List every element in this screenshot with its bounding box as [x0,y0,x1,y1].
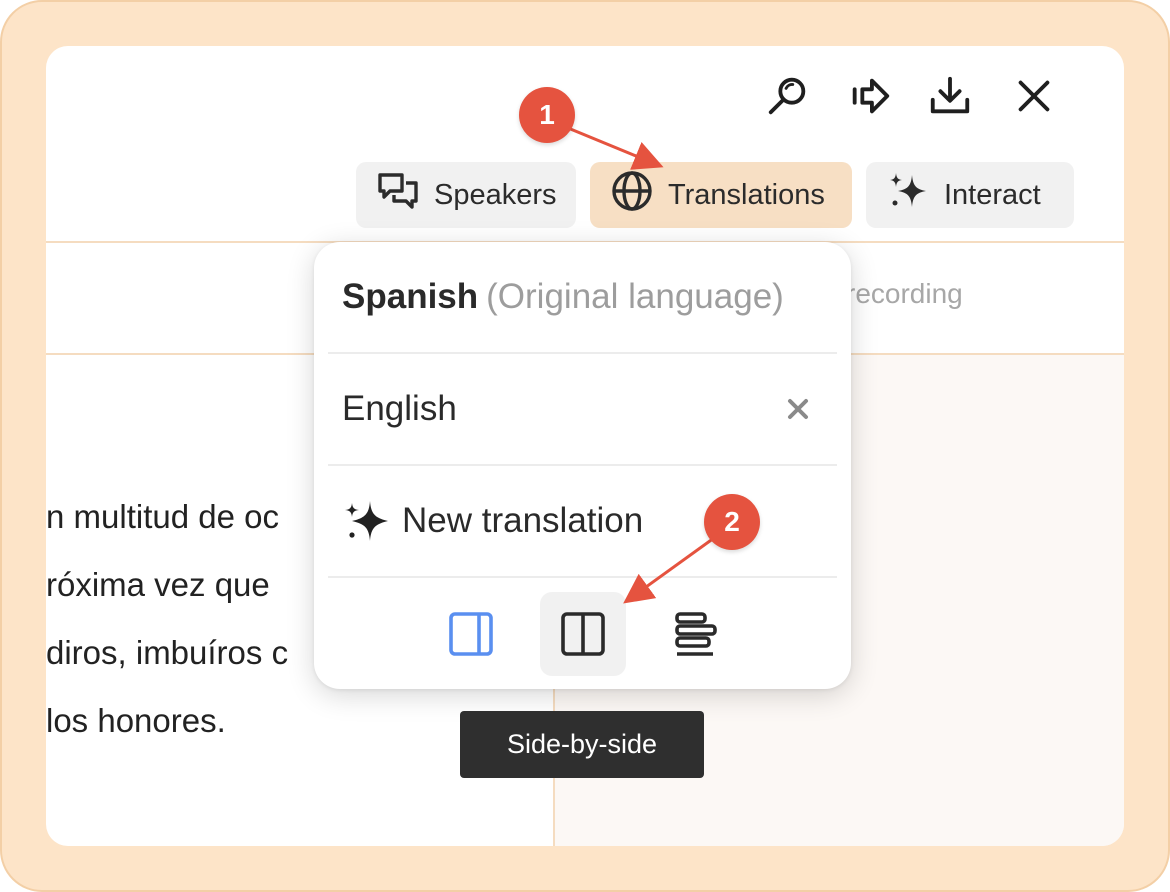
transcript-line: los honores. [46,702,226,739]
inline-view-button[interactable] [652,592,738,676]
original-language-note: (Original language) [486,277,784,316]
remove-translation-icon[interactable] [783,394,813,424]
tab-speakers[interactable]: Speakers [356,162,576,228]
transcript-line: n multitud de oc [46,498,279,535]
share-icon[interactable] [846,72,894,120]
tab-translations-label: Translations [668,178,825,211]
new-translation-button[interactable]: New translation [328,466,837,576]
tab-interact[interactable]: Interact [866,162,1074,228]
translations-dropdown: Spanish (Original language) English New … [314,242,851,689]
language-option-original[interactable]: Spanish (Original language) [328,242,837,352]
close-icon[interactable] [1010,72,1058,120]
transcript-line: róxima vez que [46,566,270,603]
language-option-english[interactable]: English [328,354,837,464]
speech-bubbles-icon [376,169,420,221]
download-icon[interactable] [926,72,974,120]
transcript-line: diros, imbuíros c [46,634,289,671]
sparkles-icon [342,497,390,545]
original-language-name: Spanish [342,277,479,316]
sidebar-view-button[interactable] [428,592,514,676]
text-lines-icon [669,608,721,660]
annotation-badge-2: 2 [704,494,760,550]
tab-speakers-label: Speakers [434,178,557,211]
side-by-side-view-button[interactable] [540,592,626,676]
view-mode-tooltip: Side-by-side [460,711,704,778]
sidebar-layout-icon [445,608,497,660]
search-icon[interactable] [764,72,812,120]
annotation-badge-1: 1 [519,87,575,143]
recording-info: recording [846,278,963,309]
globe-icon [610,169,654,221]
tab-interact-label: Interact [944,178,1041,211]
menu-divider [328,576,837,578]
sparkles-icon [886,169,930,221]
split-columns-icon [557,608,609,660]
translation-language-name: English [342,389,457,428]
tab-translations[interactable]: Translations [590,162,852,228]
new-translation-label: New translation [402,501,644,540]
